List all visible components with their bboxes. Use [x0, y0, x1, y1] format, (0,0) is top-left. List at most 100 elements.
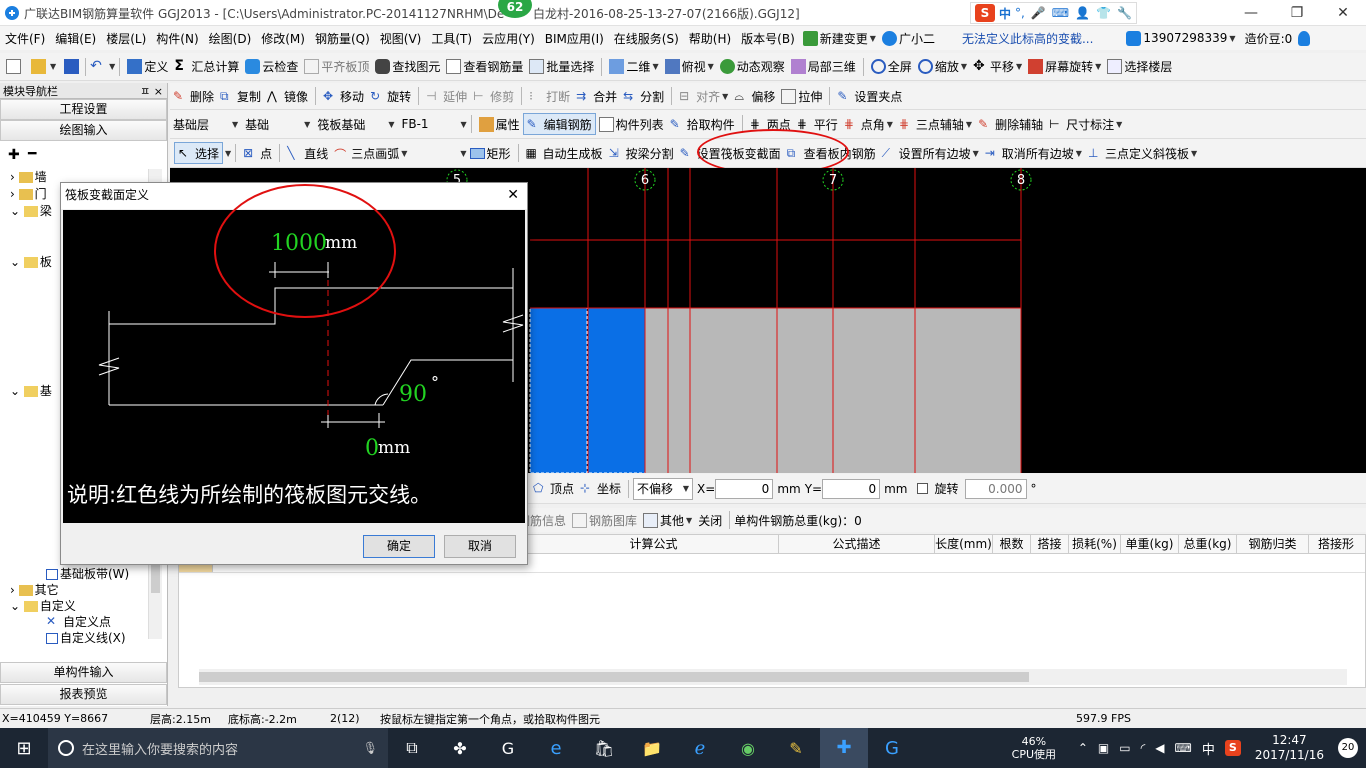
raft-slab-blue-2[interactable]	[587, 307, 646, 473]
line-button[interactable]: ╲ 直线	[284, 142, 331, 164]
raft-slab-blue-1[interactable]	[529, 307, 588, 473]
minimize-button[interactable]: —	[1228, 0, 1274, 26]
define-button[interactable]: 定义	[124, 56, 171, 78]
tree-node-other[interactable]: › 其它	[10, 582, 59, 598]
delete-axis-button[interactable]: ✎ 删除辅轴	[975, 113, 1046, 135]
rotate-button[interactable]: ↻ 旋转	[367, 85, 414, 107]
view-2d-dropdown[interactable]: 二维 ▼	[606, 56, 661, 78]
undo-icon[interactable]: ↶	[90, 59, 105, 74]
open-folder-icon[interactable]	[31, 59, 46, 74]
rotate-checkbox[interactable]	[917, 483, 929, 494]
store-icon[interactable]: 🛍	[580, 739, 628, 758]
fullscreen-button[interactable]: 全屏	[868, 56, 915, 78]
glodon-g-icon[interactable]: G	[868, 738, 916, 759]
col-total-weight[interactable]: 总重(kg)	[1179, 535, 1237, 553]
ok-button[interactable]: 确定	[363, 535, 435, 558]
tree-node-custom[interactable]: ⌄ 自定义	[10, 598, 76, 614]
menu-cloud[interactable]: 云应用(Y)	[477, 30, 540, 47]
input-lang[interactable]: 中	[1202, 739, 1215, 758]
menu-edit[interactable]: 编辑(E)	[50, 30, 101, 47]
clock[interactable]: 12:47 2017/11/16	[1255, 733, 1324, 763]
tree-node-door[interactable]: › 门	[10, 186, 47, 202]
dimension-dropdown[interactable]: ⊢ 尺寸标注 ▼	[1046, 113, 1125, 135]
menu-bim[interactable]: BIM应用(I)	[540, 30, 609, 47]
restore-button[interactable]: ❐	[1274, 0, 1320, 26]
type-select[interactable]: 筏板基础	[314, 113, 386, 135]
angle-value[interactable]: 90	[399, 382, 427, 407]
item-select[interactable]: FB-1	[398, 113, 458, 135]
trim-button[interactable]: ⊢ 修剪	[470, 85, 517, 107]
tray-app-icon[interactable]: ▣	[1098, 741, 1109, 755]
ime-punct[interactable]: °,	[1015, 6, 1025, 20]
delete-button[interactable]: ✎ 删除	[170, 85, 217, 107]
split-button[interactable]: ⇆ 分割	[620, 85, 667, 107]
set-grip-button[interactable]: ✎ 设置夹点	[834, 85, 905, 107]
table-hscrollbar[interactable]	[199, 669, 1347, 685]
cpu-meter[interactable]: 46% CPU使用	[1004, 735, 1064, 761]
ime-toolbar[interactable]: S 中 °, 🎤 ⌨ 👤 👕 🔧	[970, 2, 1137, 24]
taskbar-search[interactable]: 在这里输入你要搜索的内容 🎙	[48, 728, 388, 768]
col-lap-form[interactable]: 搭接形	[1309, 535, 1363, 553]
ggj-app-icon[interactable]: ✚	[820, 728, 868, 768]
component-list-button[interactable]: 构件列表	[596, 113, 667, 135]
x-input[interactable]	[715, 478, 774, 499]
rotate-input[interactable]	[964, 478, 1027, 499]
save-icon[interactable]	[64, 59, 80, 74]
close-button[interactable]: ✕	[1320, 0, 1366, 26]
edge-icon[interactable]: e	[532, 738, 580, 759]
wrench-icon[interactable]: 🔧	[1117, 6, 1132, 20]
mirror-button[interactable]: ⋀ 镜像	[264, 85, 311, 107]
keyboard-icon[interactable]: ⌨	[1052, 6, 1069, 20]
three-point-slant-raft-dropdown[interactable]: ⊥ 三点定义斜筏板 ▼	[1085, 142, 1200, 164]
tree-node-foundation-strip[interactable]: 基础板带(W)	[46, 566, 129, 582]
y-input[interactable]	[822, 478, 881, 499]
dialog-close-icon[interactable]: ✕	[507, 183, 519, 207]
merge-button[interactable]: ⇉ 合并	[573, 85, 620, 107]
task-view-icon[interactable]: ⧉	[388, 738, 436, 758]
new-change-button[interactable]: 新建变更 ▼	[800, 27, 879, 49]
rebar-library-button[interactable]: 钢筋图库	[569, 509, 640, 531]
mic-icon[interactable]: 🎙	[363, 741, 378, 755]
properties-button[interactable]: 属性	[476, 113, 523, 135]
zoom-dropdown[interactable]: 缩放 ▼	[915, 56, 970, 78]
expand-all-icon[interactable]: ✚	[8, 147, 20, 163]
batch-select-button[interactable]: 批量选择	[526, 56, 597, 78]
align-dropdown[interactable]: ⊟ 对齐 ▼	[676, 85, 731, 107]
offset-select[interactable]: 不偏移 ▼	[633, 477, 694, 500]
layer-select[interactable]: 基础	[242, 113, 302, 135]
point-angle-dropdown[interactable]: ⋕ 点角 ▼	[841, 113, 896, 135]
draw-input-button[interactable]: 绘图输入	[0, 120, 167, 141]
sogou-icon[interactable]: S	[975, 4, 995, 22]
break-button[interactable]: ⁝ 打断	[526, 85, 573, 107]
notes-app-icon[interactable]: ✎	[772, 739, 820, 758]
offset-button[interactable]: ⌓ 偏移	[731, 85, 778, 107]
menu-floor[interactable]: 楼层(L)	[101, 30, 151, 47]
user-icon[interactable]: 👤	[1075, 6, 1090, 20]
menu-rebar-qty[interactable]: 钢筋量(Q)	[310, 30, 375, 47]
green-app-icon[interactable]: ◉	[724, 739, 772, 758]
network-icon[interactable]: ▭	[1119, 741, 1130, 755]
select-button[interactable]: ↖ 选择	[174, 142, 224, 164]
copy-button[interactable]: ⧉ 复制	[217, 85, 264, 107]
rectangle-button[interactable]: 矩形	[467, 142, 514, 164]
menu-draw[interactable]: 绘图(D)	[204, 30, 257, 47]
account-button[interactable]: 13907298339 ▼	[1123, 27, 1238, 49]
coordinate-button[interactable]: ⊹ 坐标	[577, 478, 624, 500]
col-rebar-category[interactable]: 钢筋归类	[1237, 535, 1309, 553]
set-all-slopes-dropdown[interactable]: ⟋ 设置所有边坡 ▼	[879, 142, 982, 164]
microphone-icon[interactable]: 🎤	[1031, 6, 1046, 20]
notice-link[interactable]: 无法定义此标高的变截...	[962, 30, 1093, 47]
action-center-badge[interactable]: 20	[1338, 738, 1358, 758]
close-panel-button[interactable]: 关闭	[695, 509, 725, 531]
menu-view[interactable]: 视图(V)	[375, 30, 427, 47]
col-lap[interactable]: 搭接	[1031, 535, 1069, 553]
fan-app-icon[interactable]: ✤	[436, 739, 484, 758]
dynamic-observe-button[interactable]: 动态观察	[717, 56, 788, 78]
other-dropdown[interactable]: 其他 ▼	[640, 509, 695, 531]
ie-icon[interactable]: ℯ	[676, 738, 724, 759]
menu-tools[interactable]: 工具(T)	[426, 30, 477, 47]
menu-version[interactable]: 版本号(B)	[736, 30, 800, 47]
bell-icon[interactable]	[1298, 30, 1311, 46]
top-view-dropdown[interactable]: 俯视 ▼	[662, 56, 717, 78]
find-element-button[interactable]: 查找图元	[372, 56, 443, 78]
